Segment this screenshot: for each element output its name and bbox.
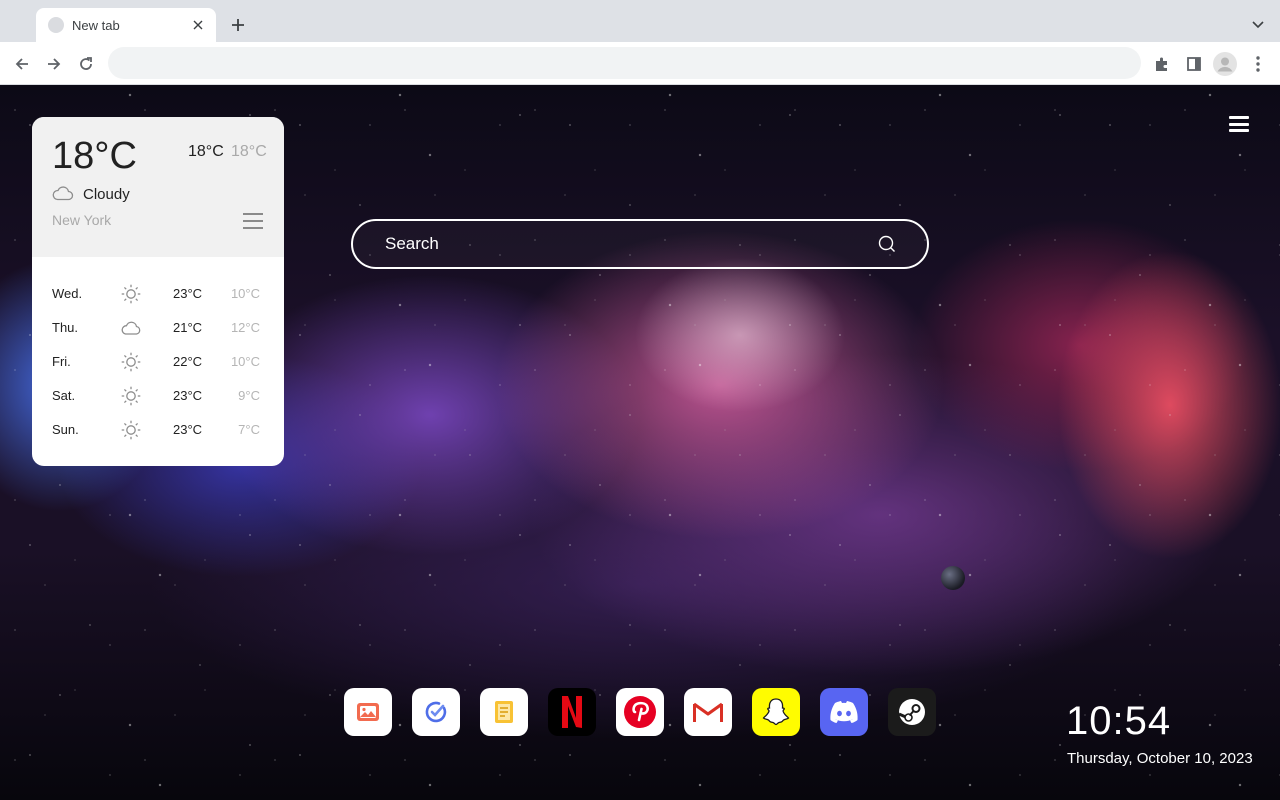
plus-icon bbox=[232, 19, 244, 31]
planet-decoration bbox=[941, 566, 965, 590]
chevron-down-icon bbox=[1252, 21, 1264, 29]
netflix-app-button[interactable] bbox=[548, 688, 596, 736]
forward-button[interactable] bbox=[40, 50, 68, 78]
tab-new-tab[interactable]: New tab bbox=[36, 8, 216, 42]
snapchat-icon bbox=[762, 698, 790, 726]
tab-title: New tab bbox=[72, 17, 120, 33]
weather-condition: Cloudy bbox=[83, 186, 130, 203]
steam-icon bbox=[898, 699, 925, 725]
forecast-low: 12°C bbox=[230, 320, 260, 335]
forecast-day: Sat. bbox=[52, 388, 76, 403]
temperature-low: 18°C bbox=[231, 143, 267, 160]
arrow-right-icon bbox=[48, 58, 61, 70]
netflix-icon bbox=[562, 696, 582, 728]
forecast-low: 10°C bbox=[230, 354, 260, 369]
forecast-row: Wed. 23°C 10°C bbox=[32, 277, 284, 311]
forecast-row: Sat. 23°C 9°C bbox=[32, 379, 284, 413]
sun-icon bbox=[121, 420, 141, 440]
tab-favicon-icon bbox=[48, 17, 64, 33]
gmail-app-button[interactable] bbox=[684, 688, 732, 736]
sun-icon bbox=[121, 386, 141, 406]
tab-strip: New tab bbox=[0, 0, 1280, 42]
search-box bbox=[351, 219, 929, 269]
browser-toolbar bbox=[0, 42, 1280, 85]
forecast-high: 21°C bbox=[173, 320, 203, 335]
tasks-app-button[interactable] bbox=[412, 688, 460, 736]
arrow-left-icon bbox=[15, 58, 28, 70]
hamburger-icon bbox=[1229, 122, 1249, 126]
clock-date: Thursday, October 10, 2023 bbox=[1067, 750, 1253, 767]
forecast-high: 22°C bbox=[173, 354, 203, 369]
weather-current: 18°C 18°C 18°C Cloudy New York bbox=[32, 117, 284, 257]
sun-icon bbox=[121, 352, 141, 372]
tab-close-icon[interactable] bbox=[190, 17, 206, 33]
photos-app-button[interactable] bbox=[344, 688, 392, 736]
forecast-list: Wed. 23°C 10°C Thu. 21°C 12°C Fri. 22°C 10°C Sat.… bbox=[32, 277, 284, 447]
forecast-high: 23°C bbox=[173, 422, 203, 437]
forecast-row: Sun. 23°C 7°C bbox=[32, 413, 284, 447]
pinterest-icon bbox=[624, 696, 656, 728]
avatar-icon bbox=[1213, 52, 1237, 76]
hamburger-icon bbox=[1229, 129, 1249, 132]
forecast-day: Thu. bbox=[52, 320, 79, 335]
search-input[interactable] bbox=[383, 221, 863, 267]
image-icon bbox=[357, 703, 379, 721]
new-tab-page: 18°C 18°C 18°C Cloudy New York Wed. 23°C 1… bbox=[0, 85, 1280, 800]
forecast-day: Sun. bbox=[52, 422, 79, 437]
browser-menu-button[interactable] bbox=[1244, 50, 1272, 78]
discord-icon bbox=[830, 701, 858, 723]
forecast-low: 9°C bbox=[238, 388, 260, 403]
puzzle-icon bbox=[1156, 57, 1167, 71]
page-menu-button[interactable] bbox=[1226, 113, 1252, 135]
discord-app-button[interactable] bbox=[820, 688, 868, 736]
note-icon bbox=[495, 701, 513, 723]
steam-app-button[interactable] bbox=[888, 688, 936, 736]
profile-button[interactable] bbox=[1211, 50, 1239, 78]
cloud-icon bbox=[121, 321, 141, 335]
reload-icon bbox=[80, 57, 92, 70]
snapchat-app-button[interactable] bbox=[752, 688, 800, 736]
reload-button[interactable] bbox=[72, 50, 100, 78]
forecast-row: Thu. 21°C 12°C bbox=[32, 311, 284, 345]
forecast-high: 23°C bbox=[173, 286, 203, 301]
new-tab-button[interactable] bbox=[226, 13, 250, 37]
check-icon bbox=[425, 701, 447, 723]
forecast-low: 7°C bbox=[238, 422, 260, 437]
notes-app-button[interactable] bbox=[480, 688, 528, 736]
extensions-button[interactable] bbox=[1148, 50, 1176, 78]
side-panel-icon bbox=[1187, 57, 1201, 71]
forecast-high: 23°C bbox=[173, 388, 203, 403]
gmail-icon bbox=[693, 702, 723, 723]
cloud-icon bbox=[52, 186, 74, 201]
tab-search-button[interactable] bbox=[1246, 13, 1270, 37]
address-bar[interactable] bbox=[108, 47, 1141, 79]
clock-time: 10:54 bbox=[1066, 699, 1172, 743]
hamburger-icon bbox=[1229, 116, 1249, 119]
side-panel-button[interactable] bbox=[1180, 50, 1208, 78]
sun-icon bbox=[121, 284, 141, 304]
weather-city: New York bbox=[52, 212, 112, 228]
weather-widget: 18°C 18°C 18°C Cloudy New York Wed. 23°C 1… bbox=[32, 117, 284, 466]
search-icon[interactable] bbox=[877, 234, 897, 254]
forecast-day: Wed. bbox=[52, 286, 83, 301]
back-button[interactable] bbox=[8, 50, 36, 78]
temperature-high: 18°C bbox=[188, 143, 224, 160]
forecast-low: 10°C bbox=[230, 286, 260, 301]
forecast-day: Fri. bbox=[52, 354, 71, 369]
current-temperature: 18°C bbox=[52, 135, 137, 177]
list-icon[interactable] bbox=[243, 213, 263, 229]
forecast-row: Fri. 22°C 10°C bbox=[32, 345, 284, 379]
more-vert-icon bbox=[1256, 56, 1260, 72]
pinterest-app-button[interactable] bbox=[616, 688, 664, 736]
